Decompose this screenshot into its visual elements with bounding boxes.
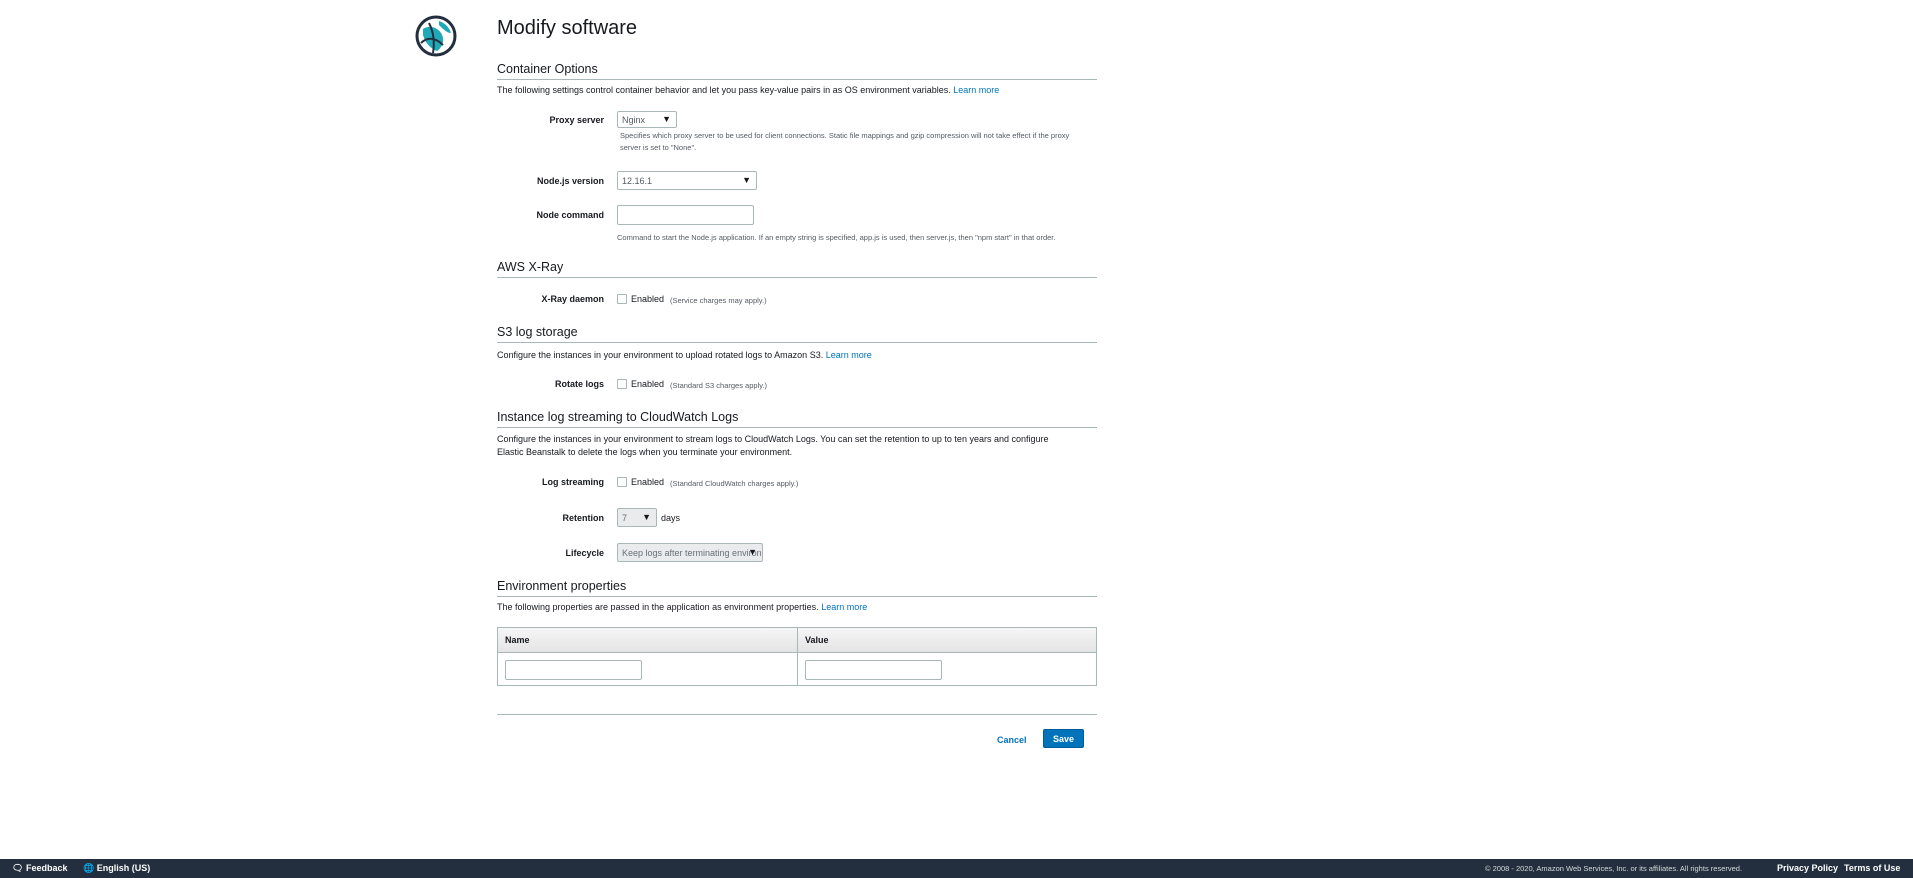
- container-options-heading: Container Options: [497, 62, 1097, 80]
- nodejs-version-select[interactable]: 12.16.1 ▼: [617, 171, 757, 190]
- node-command-help: Command to start the Node.js application…: [617, 233, 1056, 242]
- caret-down-icon: ▼: [742, 175, 751, 185]
- log-streaming-enabled-label[interactable]: Enabled: [631, 477, 664, 487]
- globe-icon: 🌐: [83, 863, 95, 873]
- lifecycle-select[interactable]: Keep logs after terminating environme ▼: [617, 543, 763, 562]
- feedback-link[interactable]: 🗨 Feedback: [12, 859, 67, 878]
- privacy-policy-link[interactable]: Privacy Policy: [1777, 859, 1838, 878]
- node-command-input[interactable]: [617, 205, 754, 225]
- column-divider: [797, 628, 798, 685]
- container-learn-more-link[interactable]: Learn more: [953, 85, 999, 95]
- environment-properties-table: Name Value: [497, 627, 1097, 686]
- s3-description: Configure the instances in your environm…: [497, 350, 872, 360]
- container-options-description: The following settings control container…: [497, 85, 1000, 95]
- cloudwatch-heading: Instance log streaming to CloudWatch Log…: [497, 410, 1097, 428]
- node-command-label: Node command: [536, 210, 604, 220]
- proxy-server-label: Proxy server: [549, 115, 604, 125]
- env-props-learn-more-link[interactable]: Learn more: [821, 602, 867, 612]
- terms-of-use-link[interactable]: Terms of Use: [1844, 859, 1900, 878]
- cancel-button[interactable]: Cancel: [991, 731, 1031, 747]
- copyright-text: © 2008 - 2020, Amazon Web Services, Inc.…: [1485, 864, 1743, 873]
- speech-bubble-icon: 🗨: [12, 863, 24, 873]
- xray-enabled-label[interactable]: Enabled: [631, 294, 664, 304]
- log-streaming-label: Log streaming: [541, 477, 604, 487]
- retention-label: Retention: [562, 513, 605, 523]
- xray-charges-note: (Service charges may apply.): [670, 296, 767, 305]
- s3-learn-more-link[interactable]: Learn more: [826, 350, 872, 360]
- proxy-server-help: Specifies which proxy server to be used …: [620, 131, 1070, 152]
- rotate-logs-enabled-label[interactable]: Enabled: [631, 379, 664, 389]
- property-value-input[interactable]: [805, 660, 942, 680]
- lifecycle-label: Lifecycle: [565, 548, 604, 558]
- retention-unit: days: [661, 513, 681, 523]
- rotate-logs-checkbox[interactable]: [617, 379, 627, 389]
- console-footer: 🗨 Feedback 🌐 English (US) © 2008 - 2020,…: [0, 859, 1913, 878]
- s3-charges-note: (Standard S3 charges apply.): [670, 381, 767, 390]
- xray-daemon-checkbox[interactable]: [617, 294, 627, 304]
- caret-down-icon: ▼: [748, 547, 757, 557]
- caret-down-icon: ▼: [642, 512, 651, 522]
- xray-heading: AWS X-Ray: [497, 260, 1097, 278]
- environment-properties-description: The following properties are passed in t…: [497, 602, 868, 612]
- environment-properties-heading: Environment properties: [497, 579, 1097, 597]
- save-button[interactable]: Save: [1043, 729, 1084, 748]
- xray-daemon-label: X-Ray daemon: [541, 294, 604, 304]
- column-header-name: Name: [498, 628, 797, 653]
- s3-log-storage-heading: S3 log storage: [497, 325, 1097, 343]
- property-name-input[interactable]: [505, 660, 642, 680]
- retention-select[interactable]: 7 ▼: [617, 508, 657, 527]
- proxy-server-select[interactable]: Nginx ▼: [617, 111, 677, 128]
- column-header-value: Value: [798, 628, 1096, 653]
- elastic-beanstalk-logo-icon: [415, 15, 457, 57]
- rotate-logs-label: Rotate logs: [554, 379, 604, 389]
- cloudwatch-charges-note: (Standard CloudWatch charges apply.): [670, 479, 799, 488]
- form-divider: [497, 714, 1097, 715]
- nodejs-version-label: Node.js version: [536, 176, 604, 186]
- language-selector[interactable]: 🌐 English (US): [83, 859, 150, 878]
- cloudwatch-description: Configure the instances in your environm…: [497, 434, 1049, 457]
- page-title: Modify software: [497, 17, 638, 39]
- caret-down-icon: ▼: [662, 114, 671, 124]
- log-streaming-checkbox[interactable]: [617, 477, 627, 487]
